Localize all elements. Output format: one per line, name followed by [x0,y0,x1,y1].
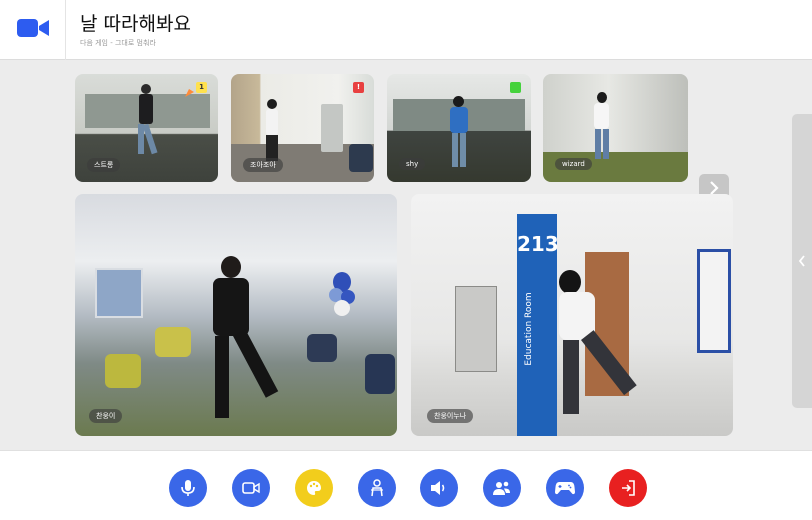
microphone-icon [180,479,196,497]
video-stage: 1 스트롱 ! 조아조아 shy wizard 찬웅이 213 Educatio… [0,61,812,450]
person-figure [137,84,158,155]
camera-button[interactable] [232,469,270,507]
wall-text: Education Room [524,292,534,366]
room-sign: 213 [517,232,559,256]
alert-badge-icon: ! [353,82,364,93]
chair-shape [155,327,191,357]
chevron-left-icon [798,252,806,271]
participant-main-tile[interactable]: 213 Education Room 찬웅이누나 [411,194,733,436]
participants-button[interactable] [483,469,521,507]
participant-tile[interactable]: shy [387,74,531,182]
avatar-button[interactable] [358,469,396,507]
participant-tile[interactable]: 1 스트롱 [75,74,218,182]
crown-flag-icon [185,82,194,101]
cabinet-shape [455,286,497,372]
speaker-icon [430,480,448,496]
participant-name: 찬웅이누나 [427,409,474,423]
person-figure [551,270,637,420]
chair-shape [105,354,141,388]
participant-name: wizard [555,158,592,170]
game-button[interactable] [546,469,584,507]
page-title: 날 따라해봐요 [80,13,191,35]
video-camera-icon [16,18,49,42]
camera-icon [242,481,260,495]
next-game-subtitle: 다음 게임 - 그대로 멈춰라 [80,39,156,47]
control-bar [0,450,812,520]
chair-shape [365,354,395,394]
app-header: 날 따라해봐요 다음 게임 - 그대로 멈춰라 [0,0,812,60]
chair-shape [307,334,337,362]
palette-icon [306,480,322,496]
balloon-shape [329,272,355,332]
participant-main-tile[interactable]: 찬웅이 [75,194,397,436]
users-icon [493,480,511,496]
participant-name: 조아조아 [243,158,283,172]
person-figure [205,256,279,424]
check-badge-icon [510,82,521,93]
participant-name: 찬웅이 [89,409,123,423]
logo [0,0,66,60]
exit-button[interactable] [609,469,647,507]
person-figure [264,99,280,163]
water-dispenser-shape [321,104,343,152]
chair-shape [349,144,373,172]
rank-badge: 1 [196,82,207,93]
palette-button[interactable] [295,469,333,507]
speaker-button[interactable] [420,469,458,507]
person-effect-icon [370,479,384,497]
participant-name: 스트롱 [87,158,121,172]
side-panel-toggle[interactable] [792,114,812,408]
participant-name: shy [399,158,426,170]
exit-icon [620,480,636,496]
person-figure [449,96,469,170]
person-figure [591,92,611,162]
wall-poster-shape [95,268,143,318]
gamepad-icon [555,481,575,495]
notice-board-shape [697,249,731,353]
mic-button[interactable] [169,469,207,507]
participant-tile[interactable]: ! 조아조아 [231,74,374,182]
participant-tile[interactable]: wizard [543,74,688,182]
